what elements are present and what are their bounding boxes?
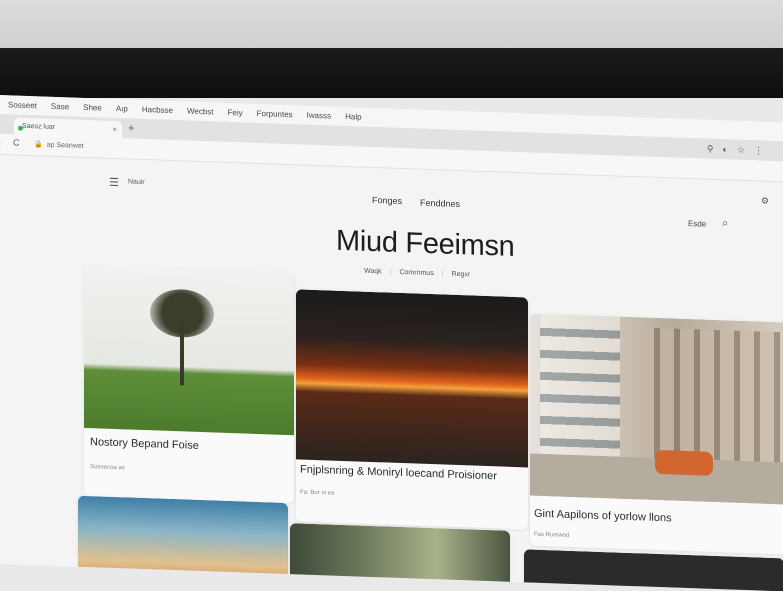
bookmark-icon[interactable]: ☆ [737,145,745,156]
nav-link-2[interactable]: Fenddnes [420,198,460,209]
sunset-photo [296,289,528,468]
browser-actions: ⚲ ◐ ☆ ⋮ [707,144,763,157]
menu-item[interactable]: Sase [51,102,69,112]
article-card[interactable]: Gint Aapilons of yorlow llons Fas Rumwod [530,313,783,555]
background-wall [0,0,783,52]
article-card[interactable]: Nostory Bepand Foise Sosnecoa as [84,265,294,504]
subnav-link[interactable]: Waqk [364,268,382,276]
tree-photo [84,265,294,436]
trees-photo [290,523,510,591]
reload-icon[interactable]: C [13,137,20,147]
web-page: ☰ Nauir Fonges Fenddnes ⚙ Esde ⌕ Miud Fe… [0,155,783,591]
dark-photo [524,549,783,591]
search-icon[interactable]: ⌕ [722,217,728,230]
menu-item[interactable]: Wecbst [187,107,214,117]
card-meta: Fas Rumwod [534,531,570,539]
menu-item[interactable]: Halp [345,112,361,122]
menu-item[interactable]: Hacbsse [142,105,173,115]
article-card[interactable]: Fnjplsnring & Moniryl loecand Proisioner… [296,289,528,530]
street-photo [530,313,783,505]
menu-item[interactable]: Aıp [116,104,128,113]
divider: | [389,268,392,276]
nav-link-1[interactable]: Fonges [372,195,402,206]
url-text: ap Seanwet [46,141,84,150]
card-meta: Fa: Bor ni ea [300,489,335,497]
menu-item[interactable]: Feiy [228,108,243,118]
settings-icon[interactable]: ⚙ [761,196,769,207]
more-icon[interactable]: ⋮ [754,145,763,156]
menu-item[interactable]: Shee [83,103,102,113]
theme-icon[interactable]: ◐ [722,144,727,155]
article-card[interactable] [78,495,288,584]
card-meta: Sosnecoa as [90,464,125,472]
lock-icon: 🔒 [34,141,43,149]
address-bar[interactable]: 🔒 ap Seanwet [34,140,84,150]
tree-trunk [180,321,184,386]
sub-navigation: Waqk | Comrnmus | Regxr [364,268,470,279]
building [540,313,620,467]
car [655,449,713,476]
article-card[interactable] [290,523,510,591]
subnav-link[interactable]: Regxr [452,271,471,279]
monitor-bezel [0,48,783,98]
menu-item[interactable]: Iwasss [307,111,331,121]
tab-title: Saesz luar [22,122,56,131]
favicon-icon [18,125,23,131]
browser-screen: Sosseet Sase Shee Aıp Hacbsse Wecbst Fei… [0,95,783,591]
card-title[interactable]: Gint Aapilons of yorlow llons [534,508,754,529]
menu-item[interactable]: Sosseet [8,100,37,110]
save-link[interactable]: Esde [688,219,706,229]
menu-label[interactable]: Nauir [128,178,145,186]
search-icon[interactable]: ⚲ [707,144,714,155]
card-title[interactable]: Nostory Bepand Foise [90,436,270,455]
menu-item[interactable]: Forpuntes [257,109,293,119]
card-title[interactable]: Fnjplsnring & Moniryl loecand Proisioner [300,463,510,483]
hamburger-icon[interactable]: ☰ [109,176,119,189]
subnav-link[interactable]: Comrnmus [399,269,433,277]
article-card[interactable] [524,549,783,591]
divider: | [441,270,444,278]
back-icon[interactable]: ‹ [0,137,1,147]
close-icon[interactable]: × [112,125,117,134]
new-tab-button[interactable]: + [128,122,134,134]
page-title: Miud Feeimsn [336,224,515,263]
sky-photo [78,495,288,584]
